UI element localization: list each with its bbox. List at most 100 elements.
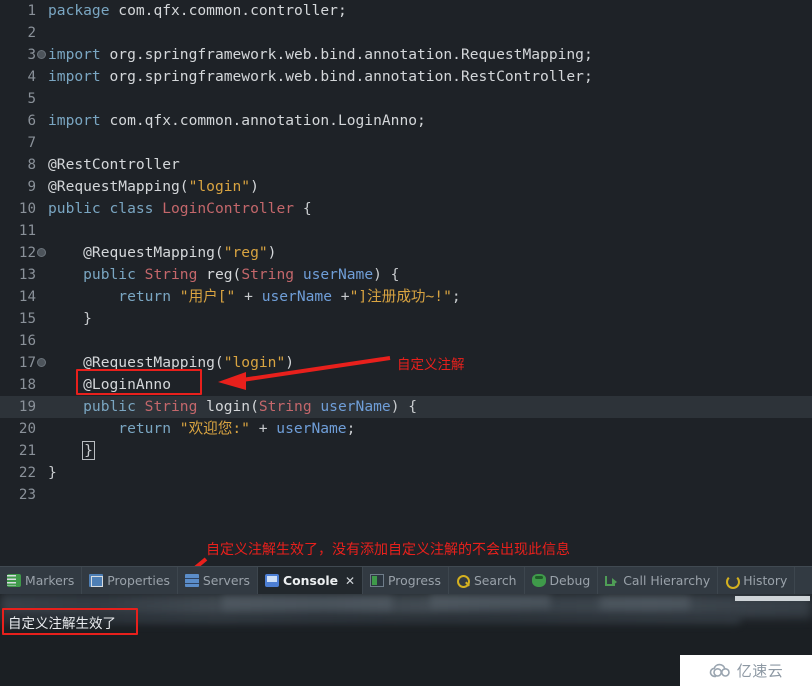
token-kw: return <box>48 420 180 437</box>
code-line[interactable]: 18 @LoginAnno <box>0 374 812 396</box>
line-number: 10 <box>18 201 36 217</box>
code-text: import com.qfx.common.annotation.LoginAn… <box>46 110 426 132</box>
token-op: + <box>249 420 277 437</box>
search-icon <box>456 574 470 588</box>
token-kw: public <box>48 266 145 283</box>
view-tab-progress[interactable]: Progress <box>363 567 449 594</box>
view-tab-debug[interactable]: Debug <box>525 567 599 594</box>
code-text: import org.springframework.web.bind.anno… <box>46 44 593 66</box>
code-text: package com.qfx.common.controller; <box>46 0 347 22</box>
code-line[interactable]: 9 @RequestMapping("login") <box>0 176 812 198</box>
view-tab-bar[interactable]: Markers Properties Servers Console ✕ Progress… <box>0 566 812 594</box>
line-number: 14 <box>18 289 36 305</box>
line-number: 13 <box>18 267 36 283</box>
token-str: "用户[" <box>179 288 236 305</box>
line-number: 20 <box>18 421 36 437</box>
token-punc: } <box>48 310 92 327</box>
close-icon[interactable]: ✕ <box>345 574 355 588</box>
code-line[interactable]: 21 } <box>0 440 812 462</box>
view-tab-search[interactable]: Search <box>449 567 525 594</box>
code-line[interactable]: 4 import org.springframework.web.bind.ann… <box>0 66 812 88</box>
progress-icon <box>370 574 385 587</box>
token-var: userName <box>276 420 347 437</box>
token-str: "reg" <box>223 244 268 261</box>
code-line[interactable]: 19 public String login(String userName) … <box>0 396 812 418</box>
code-line[interactable]: 11 <box>0 220 812 242</box>
debug-icon <box>531 574 546 587</box>
token-kw: public <box>48 398 145 415</box>
code-line[interactable]: 15 } <box>0 308 812 330</box>
code-text: public class LoginController { <box>46 198 312 220</box>
code-line[interactable]: 10 public class LoginController { <box>0 198 812 220</box>
view-tab-properties[interactable]: Properties <box>82 567 178 594</box>
token-str: "login" <box>188 178 251 195</box>
code-line[interactable]: 1 package com.qfx.common.controller; <box>0 0 812 22</box>
markers-icon <box>7 574 21 587</box>
fold-marker-icon[interactable] <box>36 352 46 374</box>
token-op: + <box>235 288 262 305</box>
view-tab-history[interactable]: History <box>718 567 796 594</box>
call-hierarchy-icon <box>605 574 619 587</box>
token-anno: ) <box>285 354 295 371</box>
code-line[interactable]: 20 return "欢迎您:" + userName; <box>0 418 812 440</box>
console-output-line: 自定义注解生效了 <box>8 616 116 632</box>
code-line[interactable]: 7 <box>0 132 812 154</box>
token-kw: return <box>48 288 180 305</box>
code-line[interactable]: 6 import com.qfx.common.annotation.LoginA… <box>0 110 812 132</box>
token-var: userName <box>261 288 332 305</box>
code-lines[interactable]: 1 package com.qfx.common.controller; 2 3 imp… <box>0 0 812 506</box>
code-line[interactable]: 14 return "用户[" + userName +"]注册成功~!"; <box>0 286 812 308</box>
line-number: 18 <box>18 377 36 393</box>
line-number: 15 <box>18 311 36 327</box>
code-line[interactable]: 12 @RequestMapping("reg") <box>0 242 812 264</box>
token-punc: ; <box>451 288 461 305</box>
line-number: 9 <box>27 179 36 195</box>
view-tab-markers[interactable]: Markers <box>0 567 83 594</box>
annotation-label-custom-annotation: 自定义注解 <box>397 357 465 373</box>
token-plain: reg( <box>197 266 242 283</box>
token-kw: import <box>48 46 101 63</box>
code-editor[interactable]: 1 package com.qfx.common.controller; 2 3 imp… <box>0 0 812 566</box>
history-icon <box>725 574 741 589</box>
token-punc <box>48 442 83 459</box>
token-type: LoginController <box>162 200 295 217</box>
view-tab-label: History <box>743 573 788 588</box>
token-anno: @LoginAnno <box>48 376 172 393</box>
view-tab-label: Console <box>283 573 338 588</box>
line-number: 17 <box>18 355 36 371</box>
token-var: userName <box>294 266 374 283</box>
token-op: + <box>332 288 350 305</box>
line-number: 3 <box>27 47 36 63</box>
code-line[interactable]: 5 <box>0 88 812 110</box>
fold-marker-icon[interactable] <box>36 242 46 264</box>
console-horizontal-scrollbar[interactable] <box>735 596 810 601</box>
token-kw: public class <box>48 200 163 217</box>
code-line[interactable]: 23 <box>0 484 812 506</box>
code-text: @LoginAnno <box>46 374 171 396</box>
code-line[interactable]: 3 import org.springframework.web.bind.ann… <box>0 44 812 66</box>
matching-brace: } <box>82 441 95 460</box>
token-var: userName <box>311 398 391 415</box>
view-tab-servers[interactable]: Servers <box>178 567 259 594</box>
cloud-icon <box>709 663 730 677</box>
code-line[interactable]: 13 public String reg(String userName) { <box>0 264 812 286</box>
view-tab-label: Search <box>473 573 517 588</box>
line-number: 21 <box>18 443 36 459</box>
token-anno: ) <box>250 178 259 195</box>
code-line[interactable]: 2 <box>0 22 812 44</box>
view-tab-console[interactable]: Console ✕ <box>258 567 364 594</box>
token-punc: { <box>294 200 312 217</box>
token-plain: com.qfx.common.annotation.LoginAnno; <box>100 112 426 129</box>
token-kw: import <box>48 68 101 85</box>
code-line[interactable]: 16 <box>0 330 812 352</box>
token-anno: @RequestMapping( <box>48 178 189 195</box>
token-plain: org.springframework.web.bind.annotation.… <box>100 68 593 85</box>
token-type: String <box>258 398 312 415</box>
properties-icon <box>89 574 104 587</box>
code-text: } <box>46 462 57 484</box>
code-line[interactable]: 8 @RestController <box>0 154 812 176</box>
code-line[interactable]: 22} <box>0 462 812 484</box>
view-tab-label: Call Hierarchy <box>623 573 711 588</box>
fold-marker-icon[interactable] <box>36 44 46 66</box>
view-tab-call-hierarchy[interactable]: Call Hierarchy <box>598 567 719 594</box>
